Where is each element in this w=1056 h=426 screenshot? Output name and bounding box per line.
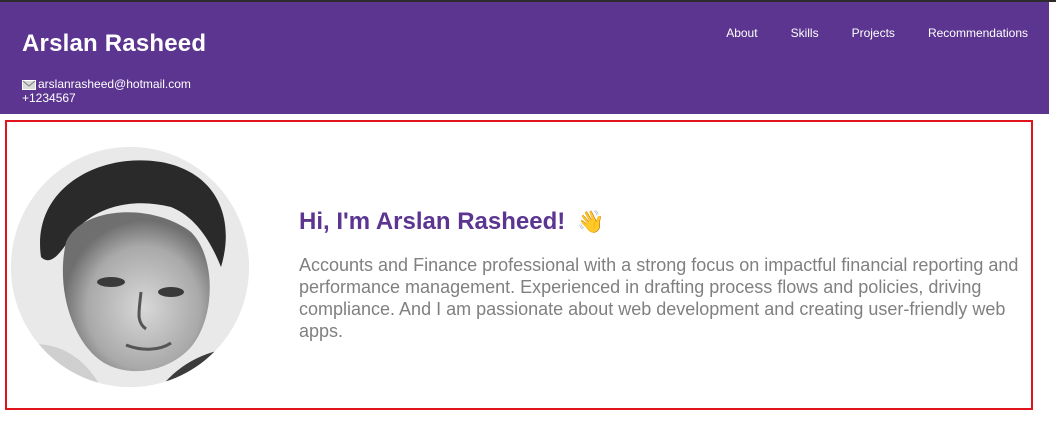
waving-hand-icon: 👋 <box>577 209 605 234</box>
bio-paragraph: Accounts and Finance professional with a… <box>299 255 1019 341</box>
phone-text: +1234567 <box>22 91 76 105</box>
intro: Hi, I'm Arslan Rasheed! 👋 Accounts and F… <box>299 208 1019 342</box>
envelope-icon <box>22 79 36 90</box>
site-header: Arslan Rasheed arslanrasheed@hotmail.com… <box>0 2 1049 114</box>
nav-recommendations[interactable]: Recommendations <box>895 26 1028 40</box>
site-title: Arslan Rasheed <box>22 30 207 57</box>
email-row[interactable]: arslanrasheed@hotmail.com <box>22 77 191 91</box>
hero-section: Hi, I'm Arslan Rasheed! 👋 Accounts and F… <box>5 120 1033 410</box>
nav-skills[interactable]: Skills <box>758 26 819 40</box>
email-text[interactable]: arslanrasheed@hotmail.com <box>38 77 191 91</box>
contact-info: arslanrasheed@hotmail.com +1234567 <box>22 77 191 105</box>
avatar <box>11 147 249 387</box>
greeting-heading: Hi, I'm Arslan Rasheed! 👋 <box>299 208 1019 236</box>
main-nav: About Skills Projects Recommendations <box>726 26 1028 40</box>
nav-about[interactable]: About <box>726 26 757 40</box>
greeting-text: Hi, I'm Arslan Rasheed! <box>299 208 566 235</box>
nav-projects[interactable]: Projects <box>819 26 895 40</box>
